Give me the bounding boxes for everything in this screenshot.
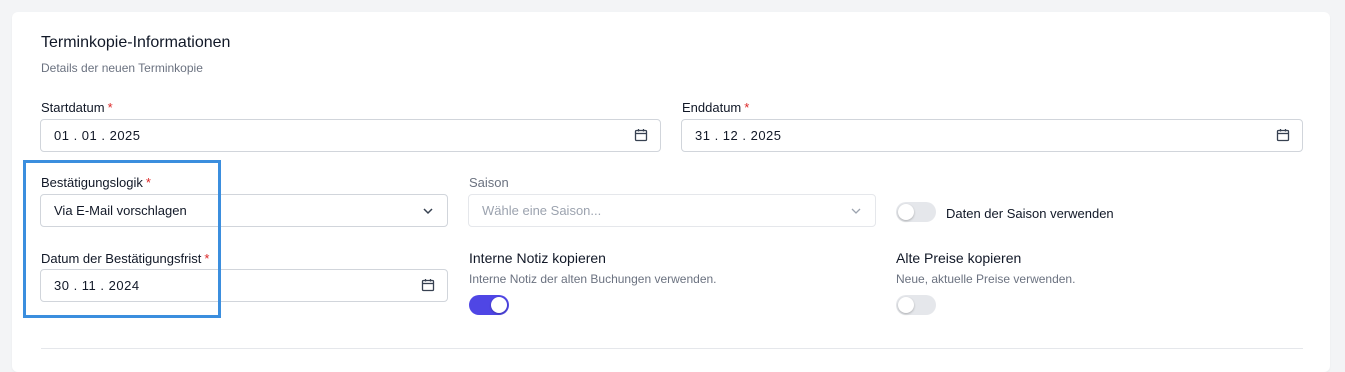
required-marker: * [204, 251, 210, 266]
start-date-label: Startdatum * [41, 100, 113, 115]
confirmation-deadline-label-text: Datum der Bestätigungsfrist [41, 251, 202, 266]
confirmation-logic-label-text: Bestätigungslogik [41, 175, 143, 190]
end-date-input[interactable]: 31 . 12 . 2025 [681, 119, 1303, 152]
confirmation-logic-label: Bestätigungslogik * [41, 175, 151, 190]
required-marker: * [145, 175, 151, 190]
required-marker: * [744, 100, 750, 115]
chevron-down-icon [849, 204, 863, 218]
toggle-knob [491, 297, 507, 313]
section-subtitle: Details der neuen Terminkopie [41, 61, 203, 75]
section-divider [41, 348, 1303, 349]
confirmation-deadline-value: 30 . 11 . 2024 [54, 278, 140, 293]
end-date-label: Enddatum * [682, 100, 749, 115]
copy-old-prices-description: Neue, aktuelle Preise verwenden. [896, 272, 1076, 286]
use-season-data-label: Daten der Saison verwenden [946, 206, 1114, 221]
season-label: Saison [469, 175, 509, 190]
use-season-data-toggle[interactable] [896, 202, 936, 222]
copy-old-prices-toggle[interactable] [896, 295, 936, 315]
start-date-value: 01 . 01 . 2025 [54, 128, 141, 143]
confirmation-logic-select[interactable]: Via E-Mail vorschlagen [40, 194, 448, 227]
start-date-input[interactable]: 01 . 01 . 2025 [40, 119, 661, 152]
toggle-knob [898, 204, 914, 220]
calendar-icon[interactable] [1276, 128, 1290, 142]
required-marker: * [107, 100, 113, 115]
start-date-label-text: Startdatum [41, 100, 105, 115]
terminkopie-card: Terminkopie-Informationen Details der ne… [12, 12, 1330, 372]
calendar-icon[interactable] [634, 128, 648, 142]
chevron-down-icon [421, 204, 435, 218]
confirmation-logic-value: Via E-Mail vorschlagen [54, 203, 187, 218]
copy-internal-note-toggle[interactable] [469, 295, 509, 315]
calendar-icon[interactable] [421, 278, 435, 292]
copy-internal-note-title: Interne Notiz kopieren [469, 250, 606, 266]
season-placeholder: Wähle eine Saison... [482, 203, 602, 218]
confirmation-deadline-input[interactable]: 30 . 11 . 2024 [40, 269, 448, 302]
end-date-value: 31 . 12 . 2025 [695, 128, 782, 143]
season-select[interactable]: Wähle eine Saison... [468, 194, 876, 227]
copy-old-prices-title: Alte Preise kopieren [896, 250, 1022, 266]
section-title: Terminkopie-Informationen [41, 34, 231, 51]
end-date-label-text: Enddatum [682, 100, 742, 115]
confirmation-deadline-label: Datum der Bestätigungsfrist * [41, 251, 209, 266]
toggle-knob [898, 297, 914, 313]
copy-internal-note-description: Interne Notiz der alten Buchungen verwen… [469, 272, 717, 286]
